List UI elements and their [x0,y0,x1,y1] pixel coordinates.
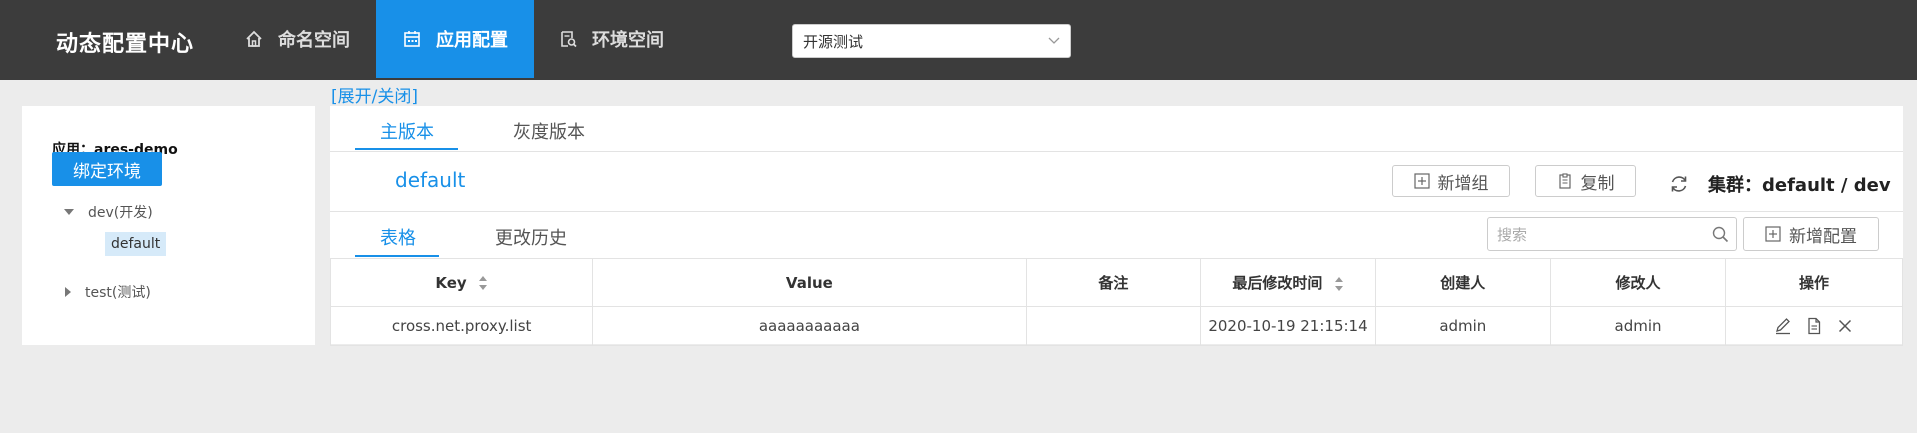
copy-label: 复制 [1580,173,1615,194]
table-header-row: Key Value 备注 最后修改时间 创建人 修改人 操作 [329,258,1903,307]
sort-icon[interactable] [478,275,488,291]
cell-actions [1725,306,1903,346]
config-panel: 主版本 灰度版本 default 新增组 复制 集群：default / dev… [329,106,1903,346]
edit-icon[interactable] [1774,317,1792,335]
close-icon[interactable] [1836,317,1854,335]
plus-box-icon [1413,173,1430,189]
cluster-info-text: 集群：default / dev [1708,175,1891,196]
cell-note [1025,306,1202,346]
tree-node-label: dev(开发) [88,205,153,221]
col-actions: 操作 [1725,258,1903,307]
copy-button[interactable]: 复制 [1535,165,1636,197]
view-tab-underline [355,255,439,257]
tree-node-test[interactable]: test(测试) [65,282,151,302]
home-icon [246,30,262,47]
divider [330,211,1903,212]
env-select[interactable]: 开源测试 [792,24,1071,58]
plus-box-icon [1765,226,1781,242]
cell-value: aaaaaaaaaaa [592,306,1027,346]
col-creator: 创建人 [1374,258,1551,307]
nav-app-config-label: 应用配置 [436,30,508,51]
version-tabs: 主版本 灰度版本 [330,106,1903,152]
add-config-button[interactable]: 新增配置 [1743,217,1879,251]
nav-env-space-label: 环境空间 [592,30,664,51]
col-note: 备注 [1025,258,1202,307]
nav-namespace[interactable]: 命名空间 [244,0,372,78]
refresh-icon[interactable] [1668,173,1690,195]
add-group-label: 新增组 [1437,173,1489,194]
tab-change-history[interactable]: 更改历史 [495,224,567,250]
cell-modified: 2020-10-19 21:15:14 [1200,306,1376,346]
search-doc-icon [561,31,577,48]
tree-node-label: test(测试) [85,285,151,301]
top-navbar: 动态配置中心 命名空间 应用配置 环境空间 开源测试 [0,0,1917,80]
sort-icon[interactable] [1334,276,1344,292]
app-brand: 动态配置中心 [56,32,195,57]
search-placeholder: 搜索 [1497,225,1528,244]
tab-underline [355,148,458,150]
nav-env-space[interactable]: 环境空间 [558,0,688,78]
table-row: cross.net.proxy.list aaaaaaaaaaa 2020-10… [329,306,1903,346]
cell-modifier: admin [1549,306,1727,346]
search-icon[interactable] [1712,226,1729,243]
cell-creator: admin [1374,306,1551,346]
nav-namespace-label: 命名空间 [278,30,350,51]
search-input[interactable]: 搜索 [1487,217,1737,251]
env-select-value: 开源测试 [803,32,864,51]
chevron-down-icon [1048,37,1060,44]
caret-right-icon[interactable] [65,287,71,297]
tab-table[interactable]: 表格 [380,224,416,250]
config-table: Key Value 备注 最后修改时间 创建人 修改人 操作 cross.net… [329,258,1903,346]
tree-leaf-default[interactable]: default [105,232,167,256]
col-value: Value [592,258,1027,307]
col-modifier: 修改人 [1549,258,1727,307]
calendar-icon [404,31,420,47]
bind-env-button[interactable]: 绑定环境 [52,152,162,186]
page-scrollbar[interactable] [1903,80,1917,433]
col-key[interactable]: Key [329,258,594,307]
tree-node-dev[interactable]: dev(开发) [64,202,153,222]
col-modified-time[interactable]: 最后修改时间 [1200,258,1376,307]
env-sidebar: 应用：ares-demo 绑定环境 dev(开发) default test(测… [22,106,315,345]
tab-gray-version[interactable]: 灰度版本 [513,118,585,144]
cluster-info: 集群：default / dev [1668,171,1891,197]
cluster-title: default [395,168,466,192]
tab-main-version[interactable]: 主版本 [380,118,434,144]
caret-down-icon[interactable] [64,209,74,215]
cell-key: cross.net.proxy.list [329,306,594,346]
clipboard-icon [1558,173,1571,189]
nav-app-config[interactable]: 应用配置 [376,0,534,78]
document-icon[interactable] [1805,317,1823,335]
add-config-label: 新增配置 [1789,226,1857,247]
expand-collapse-link[interactable]: [展开/关闭] [331,82,418,107]
add-group-button[interactable]: 新增组 [1392,165,1510,197]
